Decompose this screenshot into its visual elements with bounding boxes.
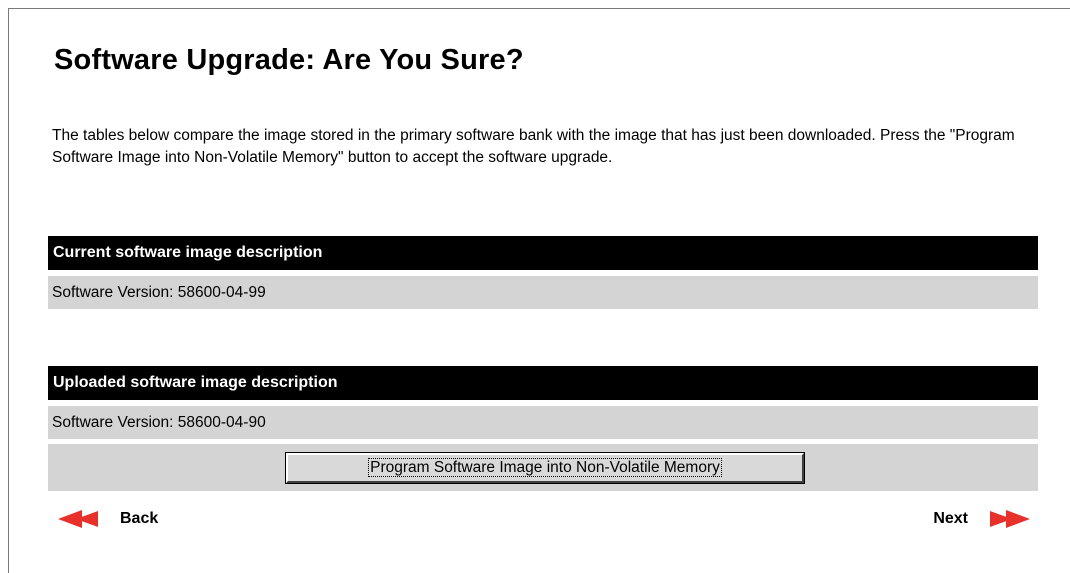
- current-image-header: Current software image description: [48, 236, 1038, 270]
- program-button-label: Program Software Image into Non-Volatile…: [368, 458, 722, 477]
- next-label: Next: [933, 510, 968, 527]
- uploaded-software-version: Software Version: 58600-04-90: [48, 406, 1038, 439]
- next-link[interactable]: Next: [933, 505, 1030, 533]
- current-software-version: Software Version: 58600-04-99: [48, 276, 1038, 309]
- program-button-row: Program Software Image into Non-Volatile…: [48, 444, 1038, 491]
- back-link[interactable]: Back: [58, 505, 158, 533]
- program-software-button[interactable]: Program Software Image into Non-Volatile…: [285, 452, 805, 484]
- intro-text: The tables below compare the image store…: [52, 127, 1015, 166]
- page-title: Software Upgrade: Are You Sure?: [54, 44, 524, 76]
- uploaded-image-header: Uploaded software image description: [48, 366, 1038, 400]
- double-right-arrow-icon: [982, 510, 1030, 528]
- double-left-arrow-icon: [58, 510, 106, 528]
- back-label: Back: [120, 510, 159, 527]
